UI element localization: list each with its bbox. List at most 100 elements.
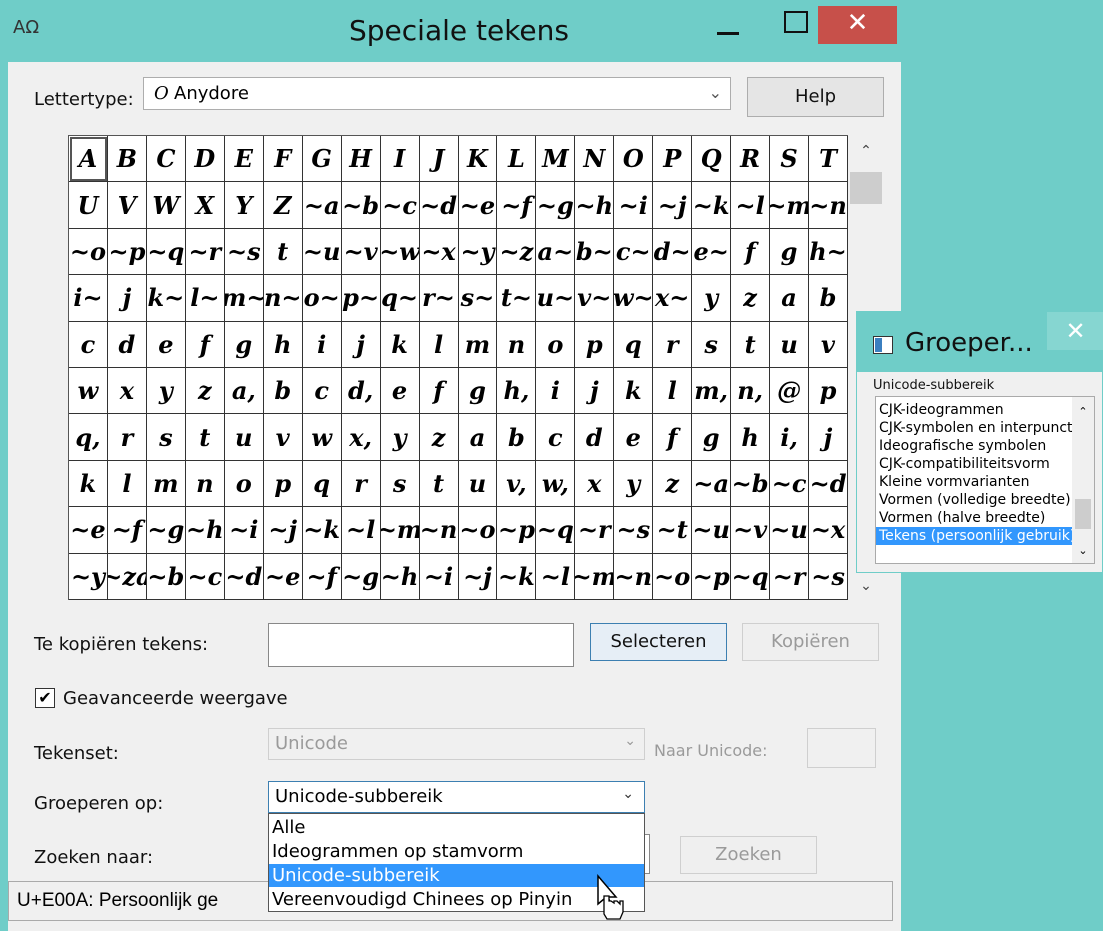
character-cell[interactable]: h [263,321,303,368]
character-cell[interactable]: ~s [614,507,654,554]
character-cell[interactable]: j [809,414,848,461]
search-button[interactable]: Zoeken [680,836,817,874]
character-cell[interactable]: v [263,414,303,461]
character-cell[interactable]: n [497,321,537,368]
character-cell[interactable]: ~o [653,553,693,600]
character-cell[interactable]: k [380,321,420,368]
character-cell[interactable]: r~ [419,275,459,322]
character-cell[interactable]: ~q [536,507,576,554]
character-cell[interactable]: ~p [107,228,147,276]
character-cell[interactable]: ~i [224,507,264,554]
character-cell[interactable]: ~x [419,228,459,276]
character-cell[interactable]: F [263,136,303,183]
character-cell[interactable]: ~l [341,507,381,554]
character-cell[interactable]: ~l [731,182,771,229]
character-cell[interactable]: ~e [69,507,108,554]
character-grid[interactable]: A B C D E F G H I J K L M N O P Q R S T U V W X Y Z ~a ~b ~c ~d ~e ~f ~g… [68,135,848,600]
character-cell[interactable]: ~m [380,507,420,554]
maximize-button[interactable] [772,6,822,44]
scroll-up-icon[interactable]: ⌃ [1072,405,1094,418]
close-button[interactable]: ✕ [818,6,897,44]
character-cell[interactable]: d, [341,368,381,415]
character-cell[interactable]: E [224,136,264,183]
group-by-dropdown[interactable]: Alle Ideogrammen op stamvorm Unicode-sub… [268,813,645,912]
character-cell[interactable]: Y [224,182,264,229]
advanced-view-label[interactable]: Geavanceerde weergave [63,688,288,709]
character-cell[interactable]: x [107,368,147,415]
title-bar[interactable]: ΑΩ Speciale tekens ✕ [0,0,918,62]
character-cell[interactable]: ~g [146,507,186,554]
character-cell[interactable]: ~r [575,507,615,554]
character-cell[interactable]: i [536,368,576,415]
character-cell[interactable]: ~l [536,553,576,600]
character-cell[interactable]: l [419,321,459,368]
character-cell[interactable]: ~q [731,553,771,600]
character-cell[interactable]: ~s [809,553,848,600]
character-cell[interactable]: ~o [458,507,498,554]
character-cell[interactable]: ~d [224,553,264,600]
character-cell[interactable]: y [380,414,420,461]
character-cell[interactable]: f [731,228,771,276]
character-cell[interactable]: ~u [302,228,342,276]
character-cell[interactable]: ~u [692,507,732,554]
scroll-thumb[interactable] [1075,499,1091,529]
character-cell[interactable]: i~ [69,275,108,322]
character-cell[interactable]: ~i [419,553,459,600]
character-cell[interactable]: g [458,368,498,415]
character-cell[interactable]: z [419,414,459,461]
font-select[interactable]: O Anydore ⌄ [143,77,731,110]
character-cell[interactable]: g [692,414,732,461]
character-cell[interactable]: v, [497,460,537,508]
list-item[interactable]: Vormen (volledige breedte) [876,491,1072,509]
character-cell[interactable]: q [614,321,654,368]
character-cell[interactable]: C [146,136,186,183]
character-cell[interactable]: ~i [614,182,654,229]
list-scrollbar[interactable]: ⌃ ⌄ [1072,397,1094,563]
character-cell[interactable]: ~k [692,182,732,229]
character-cell[interactable]: e [146,321,186,368]
character-cell[interactable]: ~y [69,553,108,600]
character-cell[interactable]: w [302,414,342,461]
character-cell[interactable]: ~w [380,228,420,276]
character-cell[interactable]: ~v [731,507,771,554]
character-cell[interactable]: D [185,136,225,183]
character-cell[interactable]: ~za [107,553,147,600]
character-cell[interactable]: z [185,368,225,415]
character-cell[interactable]: S [770,136,810,183]
character-cell[interactable]: e [380,368,420,415]
character-cell[interactable]: R [731,136,771,183]
character-cell[interactable]: ~j [653,182,693,229]
character-cell[interactable]: b [809,275,848,322]
character-cell[interactable]: B [107,136,147,183]
character-cell[interactable]: ~d [809,460,848,508]
scroll-down-icon[interactable]: ⌄ [1072,544,1094,557]
group-window-titlebar[interactable]: Groeper... ✕ [857,312,1103,372]
character-cell[interactable]: q [302,460,342,508]
character-cell[interactable]: x, [341,414,381,461]
character-cell[interactable]: f [185,321,225,368]
character-cell[interactable]: ~a [692,460,732,508]
character-cell[interactable]: K [458,136,498,183]
character-cell[interactable]: ~h [380,553,420,600]
character-cell[interactable]: N [575,136,615,183]
character-cell[interactable]: w [69,368,108,415]
character-cell[interactable]: f [653,414,693,461]
close-icon[interactable]: ✕ [1047,312,1103,350]
character-cell[interactable]: X [185,182,225,229]
character-cell[interactable]: r [107,414,147,461]
character-cell[interactable]: ~n [614,553,654,600]
advanced-view-checkbox[interactable]: ✔ [35,688,55,708]
character-cell[interactable]: a~ [536,228,576,276]
character-cell[interactable]: ~a [302,182,342,229]
character-cell[interactable]: Q [692,136,732,183]
character-cell[interactable]: t [731,321,771,368]
scroll-up-icon[interactable]: ⌃ [848,143,884,159]
group-by-select[interactable]: Unicode-subbereik ⌄ [268,781,645,813]
character-cell[interactable]: k~ [146,275,186,322]
character-cell[interactable]: s [380,460,420,508]
character-cell[interactable]: ~g [341,553,381,600]
character-cell[interactable]: f [419,368,459,415]
character-cell[interactable]: ~c [770,460,810,508]
character-cell[interactable]: g [770,228,810,276]
character-cell[interactable]: ~j [263,507,303,554]
